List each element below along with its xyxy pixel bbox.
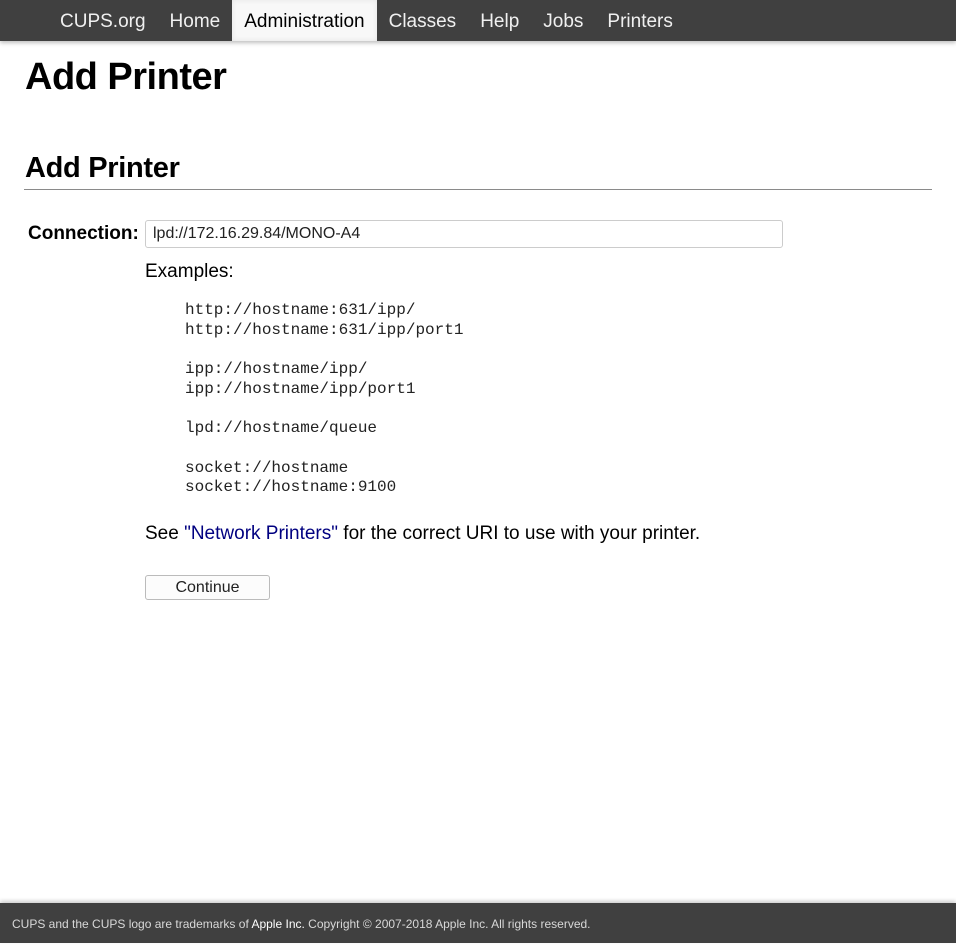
- example-uri: lpd://hostname/queue: [185, 419, 378, 438]
- nav-menu: CUPS.org Home Administration Classes Hel…: [48, 0, 685, 41]
- page-title: Add Printer: [25, 56, 227, 98]
- network-printers-link[interactable]: "Network Printers": [184, 523, 338, 544]
- help-text-suffix: for the correct URI to use with your pri…: [338, 523, 701, 544]
- help-text: See "Network Printers" for the correct U…: [145, 523, 700, 545]
- nav-home[interactable]: Home: [158, 0, 233, 41]
- example-uri: http://hostname:631/ipp/: [185, 301, 416, 319]
- help-text-prefix: See: [145, 523, 185, 544]
- section-title: Add Printer: [25, 152, 180, 184]
- example-uri: socket://hostname:9100: [185, 478, 397, 497]
- footer-copyright: Copyright © 2007-2018 Apple Inc. All rig…: [304, 917, 591, 931]
- example-uri: http://hostname:631/ipp/port1: [185, 320, 464, 339]
- nav-classes[interactable]: Classes: [377, 0, 469, 41]
- apple-inc-link[interactable]: Apple Inc.: [251, 917, 304, 931]
- nav-jobs[interactable]: Jobs: [531, 0, 595, 41]
- connection-input[interactable]: [145, 220, 783, 248]
- footer-prefix: CUPS and the CUPS logo are trademarks of: [12, 917, 252, 931]
- nav-printers[interactable]: Printers: [595, 0, 684, 41]
- nav-cups-org[interactable]: CUPS.org: [48, 0, 158, 41]
- example-uri: ipp://hostname/ipp/: [185, 360, 368, 379]
- examples-label: Examples:: [145, 261, 234, 282]
- continue-button[interactable]: Continue: [145, 575, 270, 600]
- examples-list: http://hostname:631/ipp/ http://hostname…: [185, 301, 463, 498]
- example-uri: socket://hostname: [185, 458, 349, 477]
- footer: CUPS and the CUPS logo are trademarks of…: [0, 903, 956, 943]
- nav-help[interactable]: Help: [468, 0, 531, 41]
- connection-label: Connection:: [28, 223, 139, 244]
- top-nav-bar: CUPS.org Home Administration Classes Hel…: [0, 0, 956, 41]
- example-uri: ipp://hostname/ipp/port1: [185, 379, 416, 398]
- nav-administration[interactable]: Administration: [232, 0, 377, 41]
- section-divider: [24, 189, 932, 190]
